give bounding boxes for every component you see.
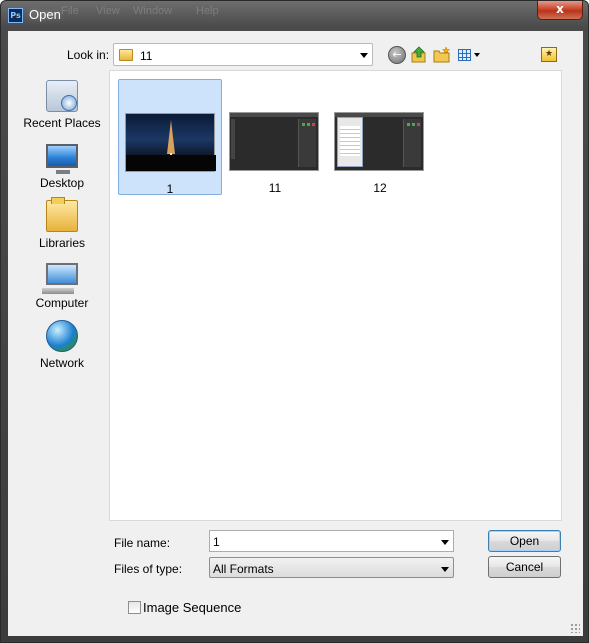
window-title: Open [29, 7, 61, 22]
folder-icon [119, 49, 133, 61]
favorites-icon[interactable]: ★ [541, 47, 557, 62]
file-name: 11 [268, 181, 282, 195]
place-label: Network [39, 356, 84, 370]
thumbnail-toolbar [231, 119, 235, 159]
new-folder-icon[interactable] [433, 46, 451, 64]
file-item[interactable]: 11 [223, 79, 327, 195]
eiffel-tower-icon [167, 120, 175, 157]
ghost-menu-view: View [96, 5, 120, 17]
file-name-label: File name: [114, 536, 171, 550]
ghost-menu-file: File [61, 5, 79, 17]
files-of-type-value: All Formats [213, 562, 274, 576]
place-libraries[interactable]: Libraries [17, 197, 107, 256]
dialog-client-area: Look in: 11 ← ★ Recent Places Desktop Li… [8, 31, 583, 636]
place-network[interactable]: Network [17, 320, 107, 376]
cancel-button[interactable]: Cancel [488, 556, 561, 578]
file-item[interactable]: 12 [328, 79, 432, 195]
look-in-value: 11 [140, 49, 153, 63]
file-thumbnail [229, 112, 319, 171]
title-bar[interactable]: Ps Open File View Window Help x [1, 1, 589, 29]
open-button[interactable]: Open [488, 530, 561, 552]
ghost-menu-window: Window [133, 5, 173, 17]
place-label: Desktop [39, 176, 85, 190]
photoshop-icon: Ps [8, 8, 23, 23]
ghost-menu-help: Help [196, 5, 219, 17]
place-label: Libraries [38, 236, 86, 250]
file-list[interactable]: 1 11 12 [109, 70, 562, 521]
place-computer[interactable]: Computer [17, 260, 107, 316]
look-in-label: Look in: [67, 48, 110, 62]
chevron-down-icon [474, 53, 480, 57]
look-in-dropdown[interactable]: 11 [113, 43, 373, 66]
place-desktop[interactable]: Desktop [17, 140, 107, 196]
chevron-down-icon[interactable] [441, 540, 449, 545]
thumbnail-panel [403, 119, 421, 167]
files-of-type-select[interactable]: All Formats [209, 557, 454, 578]
chevron-down-icon[interactable] [360, 53, 368, 58]
file-thumbnail [334, 112, 424, 171]
image-sequence-label: Image Sequence [143, 600, 242, 615]
resize-grip[interactable] [570, 623, 580, 633]
chevron-down-icon [441, 567, 449, 572]
thumbnail-panel [298, 119, 316, 167]
back-icon[interactable]: ← [388, 46, 406, 64]
file-item[interactable]: 1 [118, 79, 222, 196]
file-name: 12 [373, 181, 387, 195]
computer-icon [42, 263, 78, 294]
thumbnail-skyline [126, 155, 216, 171]
close-icon: x [556, 2, 564, 16]
place-recent-places[interactable]: Recent Places [17, 80, 107, 136]
places-bar: Recent Places Desktop Libraries Computer… [17, 70, 107, 390]
files-of-type-label: Files of type: [114, 562, 183, 576]
network-icon [46, 320, 78, 352]
place-label: Recent Places [23, 116, 101, 130]
up-folder-icon[interactable] [410, 46, 428, 64]
close-button[interactable]: x [537, 1, 583, 20]
libraries-icon [46, 197, 78, 232]
view-menu-icon[interactable] [457, 46, 483, 64]
desktop-icon [46, 144, 78, 174]
image-sequence-checkbox[interactable] [128, 601, 141, 614]
file-name-value: 1 [213, 535, 220, 549]
file-name-input[interactable]: 1 [209, 530, 454, 552]
place-label: Computer [35, 296, 89, 310]
open-dialog-window: Ps Open File View Window Help x Look in:… [0, 0, 589, 643]
recent-places-icon [46, 80, 78, 112]
thumbnail-menubar [230, 113, 318, 117]
file-thumbnail [125, 113, 216, 172]
file-name: 1 [166, 182, 174, 196]
thumbnail-dialog [337, 117, 363, 167]
grid-icon [458, 49, 471, 61]
